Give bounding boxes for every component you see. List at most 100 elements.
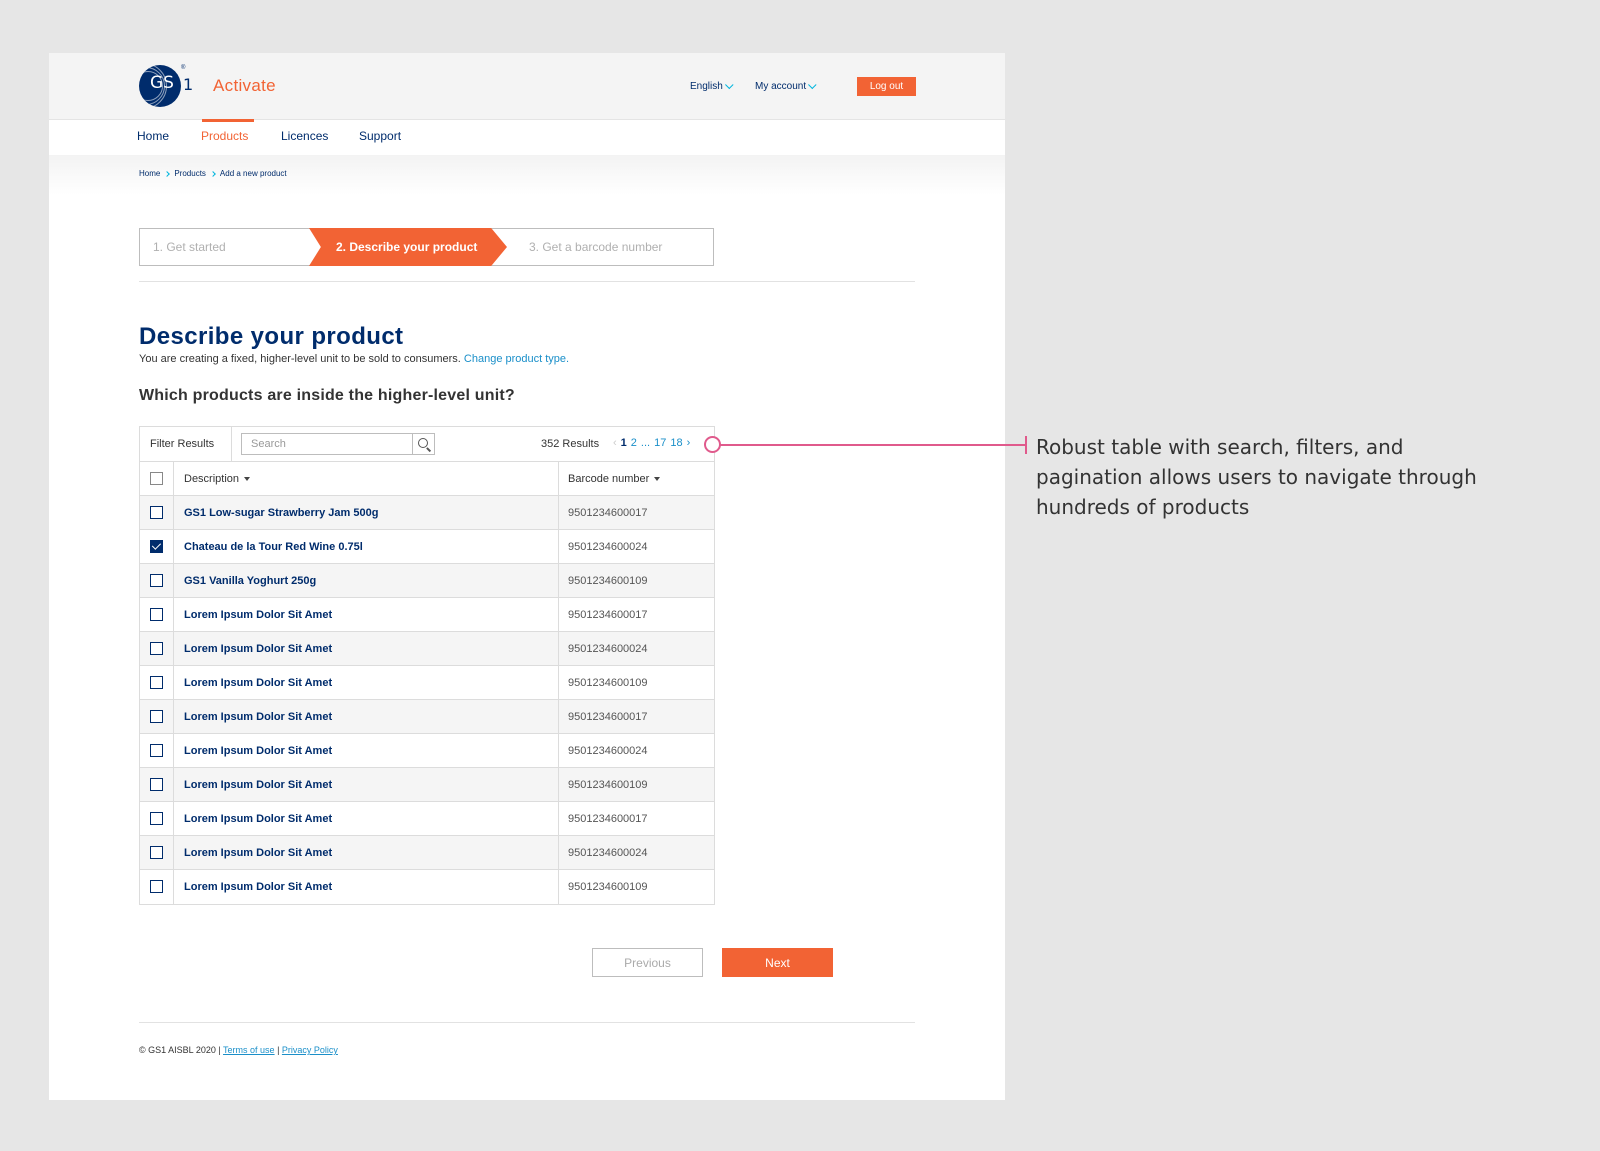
search-icon bbox=[418, 438, 428, 448]
nav-item-home[interactable]: Home bbox=[137, 129, 169, 143]
product-description[interactable]: Lorem Ipsum Dolor Sit Amet bbox=[184, 768, 332, 802]
breadcrumb-current: Add a new product bbox=[219, 169, 287, 178]
chevron-left-icon[interactable]: ‹ bbox=[613, 437, 617, 449]
table-row[interactable]: GS1 Low-sugar Strawberry Jam 500g 9501234… bbox=[140, 496, 714, 530]
column-description-header[interactable]: Description bbox=[184, 462, 251, 496]
product-description[interactable]: Lorem Ipsum Dolor Sit Amet bbox=[184, 870, 332, 904]
table-row[interactable]: Lorem Ipsum Dolor Sit Amet 9501234600024 bbox=[140, 734, 714, 768]
column-barcode-header[interactable]: Barcode number bbox=[568, 462, 661, 496]
next-button[interactable]: Next bbox=[722, 948, 833, 977]
select-all-checkbox[interactable] bbox=[150, 472, 163, 485]
nav-item-licences[interactable]: Licences bbox=[281, 129, 328, 143]
page-18[interactable]: 18 bbox=[670, 437, 682, 449]
privacy-policy-link[interactable]: Privacy Policy bbox=[282, 1045, 338, 1055]
search-input[interactable] bbox=[241, 433, 413, 455]
table-row[interactable]: Lorem Ipsum Dolor Sit Amet 9501234600109 bbox=[140, 666, 714, 700]
table-row[interactable]: GS1 Vanilla Yoghurt 250g 9501234600109 bbox=[140, 564, 714, 598]
filter-results-button[interactable]: Filter Results bbox=[140, 427, 232, 461]
product-description[interactable]: Lorem Ipsum Dolor Sit Amet bbox=[184, 666, 332, 700]
nav-item-support[interactable]: Support bbox=[359, 129, 401, 143]
page-17[interactable]: 17 bbox=[654, 437, 666, 449]
step-get-barcode: 3. Get a barcode number bbox=[529, 240, 663, 254]
row-checkbox[interactable] bbox=[150, 506, 163, 519]
barcode-number: 9501234600017 bbox=[568, 609, 648, 621]
row-checkbox[interactable] bbox=[150, 744, 163, 757]
change-product-type-link[interactable]: Change product type. bbox=[464, 353, 569, 365]
nav-active-indicator bbox=[202, 119, 254, 122]
divider bbox=[139, 281, 915, 282]
language-dropdown[interactable]: English bbox=[690, 80, 734, 92]
account-dropdown[interactable]: My account bbox=[755, 80, 817, 92]
product-description[interactable]: Lorem Ipsum Dolor Sit Amet bbox=[184, 802, 332, 836]
row-checkbox[interactable] bbox=[150, 812, 163, 825]
subtitle-text: You are creating a fixed, higher-level u… bbox=[139, 353, 461, 365]
barcode-number: 9501234600024 bbox=[568, 847, 648, 859]
row-checkbox[interactable] bbox=[150, 574, 163, 587]
barcode-number: 9501234600024 bbox=[568, 745, 648, 757]
table-row[interactable]: Lorem Ipsum Dolor Sit Amet 9501234600024 bbox=[140, 836, 714, 870]
row-checkbox[interactable] bbox=[150, 642, 163, 655]
annotation-text: Robust table with search, filters, and p… bbox=[1036, 435, 1477, 519]
product-description[interactable]: Lorem Ipsum Dolor Sit Amet bbox=[184, 598, 332, 632]
breadcrumb-products[interactable]: Products bbox=[174, 169, 206, 178]
product-description[interactable]: GS1 Low-sugar Strawberry Jam 500g bbox=[184, 496, 378, 530]
row-checkbox[interactable] bbox=[150, 880, 163, 893]
pagination: ‹ 1 2 ... 17 18 › bbox=[613, 437, 690, 449]
barcode-number: 9501234600024 bbox=[568, 541, 648, 553]
row-checkbox[interactable] bbox=[150, 540, 163, 553]
table-header-row: Description Barcode number bbox=[140, 462, 714, 496]
table-row[interactable]: Lorem Ipsum Dolor Sit Amet 9501234600024 bbox=[140, 632, 714, 666]
row-checkbox[interactable] bbox=[150, 710, 163, 723]
product-description[interactable]: Lorem Ipsum Dolor Sit Amet bbox=[184, 734, 332, 768]
table-row[interactable]: Lorem Ipsum Dolor Sit Amet 9501234600017 bbox=[140, 802, 714, 836]
barcode-number: 9501234600017 bbox=[568, 507, 648, 519]
logo-text: GS bbox=[150, 73, 174, 93]
barcode-number: 9501234600017 bbox=[568, 813, 648, 825]
terms-of-use-link[interactable]: Terms of use bbox=[223, 1045, 275, 1055]
barcode-number: 9501234600017 bbox=[568, 711, 648, 723]
row-checkbox[interactable] bbox=[150, 846, 163, 859]
footer-separator: | bbox=[274, 1045, 282, 1055]
table-row[interactable]: Lorem Ipsum Dolor Sit Amet 9501234600109 bbox=[140, 870, 714, 904]
page-1[interactable]: 1 bbox=[621, 437, 627, 449]
language-label: English bbox=[690, 81, 723, 92]
page-ellipsis: ... bbox=[640, 437, 651, 449]
page-title: Describe your product bbox=[139, 323, 404, 350]
step-get-started: 1. Get started bbox=[153, 240, 226, 254]
step-describe-product: 2. Describe your product bbox=[336, 240, 478, 254]
page-2[interactable]: 2 bbox=[631, 437, 637, 449]
logout-button[interactable]: Log out bbox=[857, 77, 916, 96]
table-row[interactable]: Lorem Ipsum Dolor Sit Amet 9501234600109 bbox=[140, 768, 714, 802]
top-header: GS 1 ® Activate English My account Log o… bbox=[49, 53, 1005, 120]
barcode-number: 9501234600024 bbox=[568, 643, 648, 655]
section-question: Which products are inside the higher-lev… bbox=[139, 387, 515, 404]
previous-button[interactable]: Previous bbox=[592, 948, 703, 977]
products-table: Filter Results 352 Results ‹ 1 2 ... 17 … bbox=[139, 426, 715, 905]
annotation-marker bbox=[704, 436, 721, 453]
account-label: My account bbox=[755, 81, 807, 92]
row-checkbox[interactable] bbox=[150, 676, 163, 689]
table-row[interactable]: Chateau de la Tour Red Wine 0.75l 9501234… bbox=[140, 530, 714, 564]
chevron-right-icon bbox=[210, 170, 216, 177]
table-row[interactable]: Lorem Ipsum Dolor Sit Amet 9501234600017 bbox=[140, 598, 714, 632]
progress-steps: 1. Get started 2. Describe your product … bbox=[139, 228, 714, 266]
product-description[interactable]: Chateau de la Tour Red Wine 0.75l bbox=[184, 530, 363, 564]
chevron-down-icon bbox=[808, 80, 817, 89]
breadcrumb-home[interactable]: Home bbox=[139, 169, 160, 178]
product-description[interactable]: Lorem Ipsum Dolor Sit Amet bbox=[184, 632, 332, 666]
search-button[interactable] bbox=[412, 433, 435, 455]
product-description[interactable]: Lorem Ipsum Dolor Sit Amet bbox=[184, 700, 332, 734]
chevron-right-icon[interactable]: › bbox=[687, 437, 691, 449]
barcode-number: 9501234600109 bbox=[568, 677, 648, 689]
annotation-tick bbox=[1025, 436, 1027, 454]
product-description[interactable]: Lorem Ipsum Dolor Sit Amet bbox=[184, 836, 332, 870]
row-checkbox[interactable] bbox=[150, 608, 163, 621]
nav-item-products[interactable]: Products bbox=[201, 129, 248, 143]
footer: © GS1 AISBL 2020 | Terms of use | Privac… bbox=[139, 1045, 338, 1055]
row-checkbox[interactable] bbox=[150, 778, 163, 791]
footer-divider bbox=[139, 1022, 915, 1023]
table-row[interactable]: Lorem Ipsum Dolor Sit Amet 9501234600017 bbox=[140, 700, 714, 734]
app-title: Activate bbox=[213, 76, 276, 95]
product-description[interactable]: GS1 Vanilla Yoghurt 250g bbox=[184, 564, 316, 598]
page-subtitle: You are creating a fixed, higher-level u… bbox=[139, 353, 569, 365]
